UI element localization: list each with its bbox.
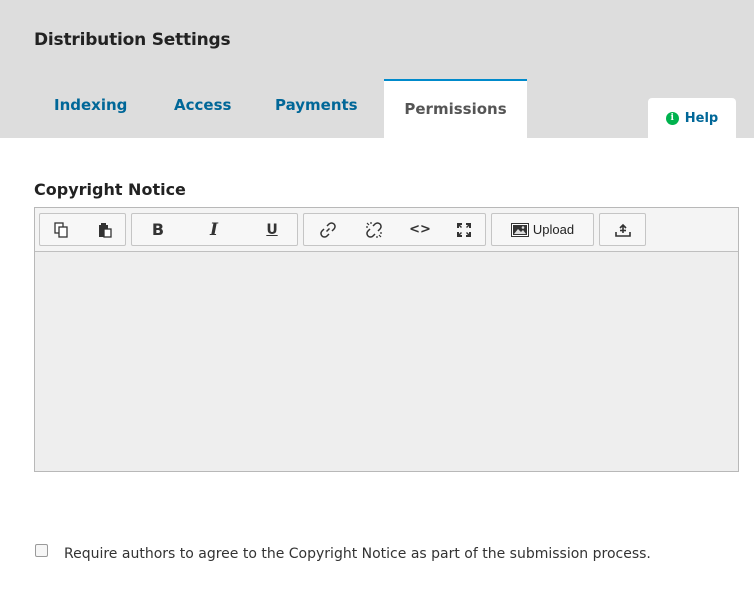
toolbar-group-extra bbox=[599, 213, 646, 246]
copy-button[interactable] bbox=[40, 214, 82, 245]
bold-button[interactable]: B bbox=[136, 214, 180, 245]
upload-label: Upload bbox=[532, 222, 575, 237]
copy-icon bbox=[53, 221, 69, 238]
unlink-icon bbox=[365, 221, 383, 239]
editor-text-area[interactable] bbox=[35, 252, 738, 471]
underline-icon: U bbox=[266, 221, 278, 238]
upload-button[interactable]: Upload bbox=[492, 214, 593, 245]
tab-permissions-label: Permissions bbox=[404, 99, 507, 118]
require-agree-label: Require authors to agree to the Copyrigh… bbox=[64, 546, 651, 562]
tab-payments[interactable]: Payments bbox=[275, 96, 358, 114]
fullscreen-button[interactable] bbox=[444, 214, 484, 245]
bold-icon: B bbox=[151, 220, 165, 239]
toolbar-group-upload: Upload bbox=[491, 213, 594, 246]
info-icon: i bbox=[665, 111, 679, 125]
code-button[interactable]: <> bbox=[400, 214, 440, 245]
help-label: Help bbox=[684, 110, 719, 126]
toolbar-group-clipboard bbox=[39, 213, 126, 246]
copyright-notice-editor: B I U <> Upload bbox=[34, 207, 739, 472]
require-agree-checkbox[interactable] bbox=[35, 544, 48, 557]
link-icon bbox=[319, 221, 337, 239]
italic-button[interactable]: I bbox=[192, 214, 236, 245]
insert-button[interactable] bbox=[600, 214, 645, 245]
toolbar-group-insert: <> bbox=[303, 213, 486, 246]
copyright-notice-label: Copyright Notice bbox=[34, 180, 186, 199]
unlink-button[interactable] bbox=[354, 214, 394, 245]
fullscreen-icon bbox=[455, 221, 473, 239]
paste-icon bbox=[97, 222, 113, 238]
page-title: Distribution Settings bbox=[34, 30, 231, 50]
link-button[interactable] bbox=[308, 214, 348, 245]
underline-button[interactable]: U bbox=[250, 214, 294, 245]
toolbar-group-format: B I U bbox=[131, 213, 298, 246]
image-icon bbox=[510, 222, 529, 237]
insert-icon bbox=[614, 222, 631, 238]
code-icon: <> bbox=[409, 222, 431, 237]
help-button[interactable]: i Help bbox=[648, 98, 736, 138]
editor-toolbar: B I U <> Upload bbox=[35, 208, 738, 252]
tab-indexing[interactable]: Indexing bbox=[54, 96, 127, 114]
page-header: Distribution Settings Indexing Access Pa… bbox=[0, 0, 754, 138]
tab-access[interactable]: Access bbox=[174, 96, 231, 114]
paste-button[interactable] bbox=[84, 214, 126, 245]
tab-permissions[interactable]: Permissions bbox=[384, 79, 527, 138]
italic-icon: I bbox=[210, 219, 218, 240]
